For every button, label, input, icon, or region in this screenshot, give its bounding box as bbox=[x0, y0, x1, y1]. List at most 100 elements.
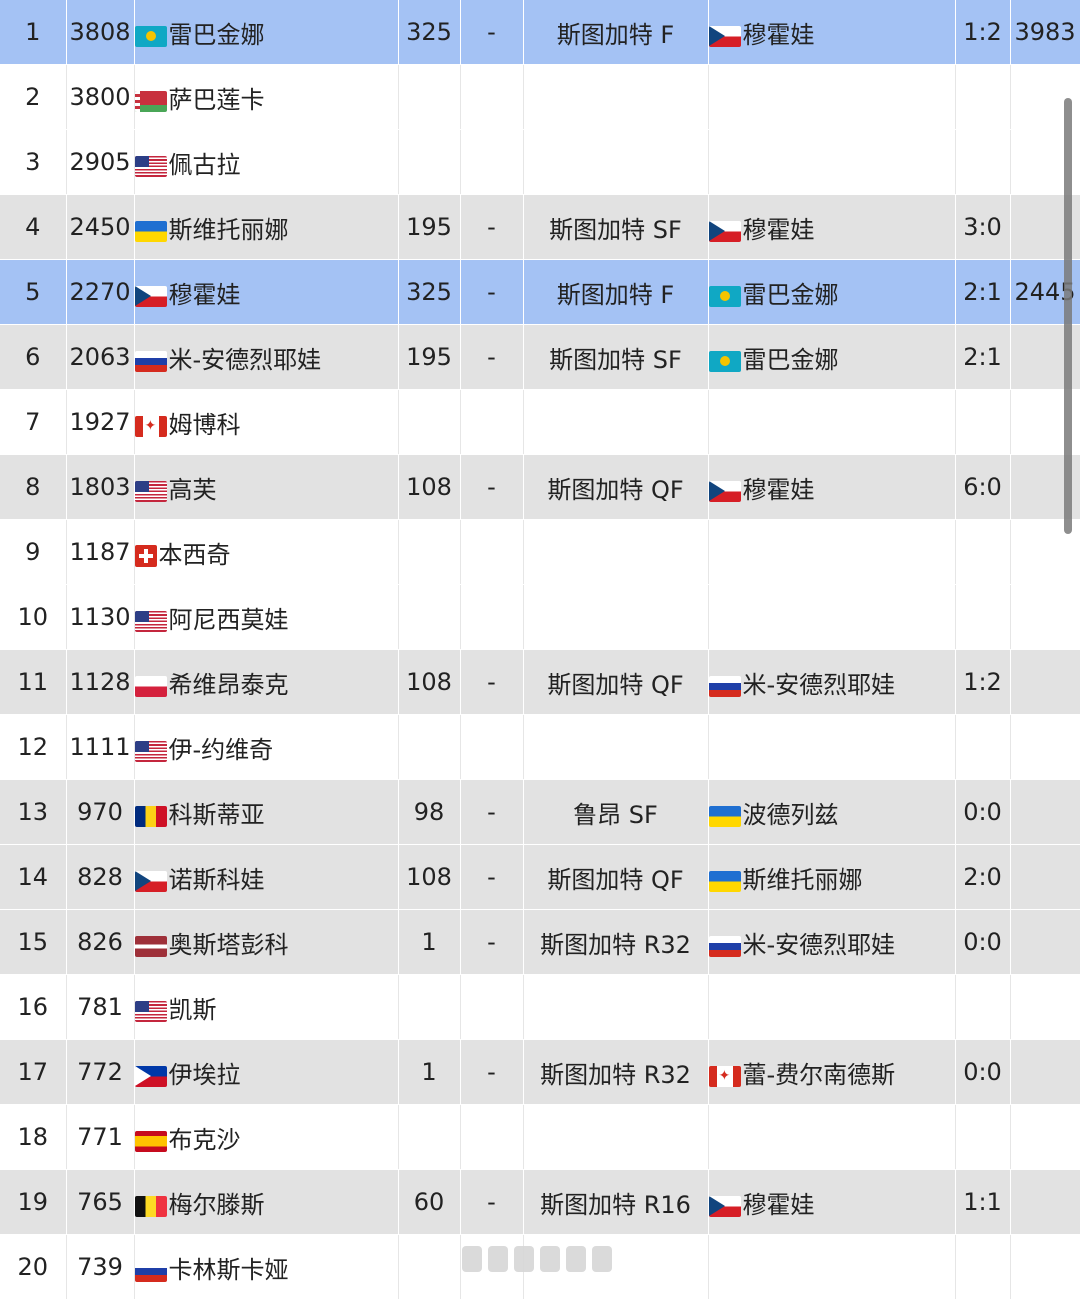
points-cell-text: 781 bbox=[77, 993, 123, 1021]
rank-cell: 4 bbox=[0, 194, 67, 260]
watermark-glyph bbox=[514, 1246, 534, 1272]
dash-cell bbox=[460, 714, 524, 780]
rank-cell: 6 bbox=[0, 324, 67, 390]
score-cell-text: 2:1 bbox=[963, 343, 1002, 371]
vertical-scrollbar[interactable] bbox=[1064, 98, 1072, 534]
event-cell-text: 鲁昂 SF bbox=[573, 800, 658, 829]
table-row: 15 826 奥斯塔彭科 1 - 斯图加特 R32 米-安德烈耶娃 0:0 bbox=[0, 909, 1080, 975]
defending-points-cell bbox=[398, 714, 461, 780]
rank-cell-text: 14 bbox=[17, 863, 49, 891]
opponent-cell bbox=[708, 584, 956, 650]
opponent-cell: 波德列兹 bbox=[708, 779, 956, 845]
opponent-cell-text: 蕾-费尔南德斯 bbox=[742, 1060, 896, 1089]
dash-cell: - bbox=[460, 779, 524, 845]
projected-points-cell bbox=[1010, 844, 1080, 910]
ranking-table: 1 3808 雷巴金娜 325- 斯图加特 F 穆霍娃 1:2 3983 2 3800 萨巴莲卡 3 2… bbox=[0, 0, 1080, 1300]
score-cell: 0:0 bbox=[955, 909, 1011, 975]
ukraine-flag-icon bbox=[134, 220, 167, 242]
rank-cell: 17 bbox=[0, 1039, 67, 1105]
table-row: 18 771 布克沙 bbox=[0, 1104, 1080, 1170]
defending-points-cell bbox=[398, 519, 461, 585]
rank-cell-text: 7 bbox=[25, 408, 41, 436]
rank-cell-text: 1 bbox=[25, 18, 41, 46]
opponent-cell: 穆霍娃 bbox=[708, 454, 956, 520]
opponent-cell bbox=[708, 389, 956, 455]
score-cell: 2:0 bbox=[955, 844, 1011, 910]
score-cell: 0:0 bbox=[955, 779, 1011, 845]
dash-cell-text: - bbox=[487, 213, 496, 241]
usa-flag-icon bbox=[134, 610, 167, 632]
rank-cell-text: 17 bbox=[17, 1058, 49, 1086]
defending-points-cell bbox=[398, 974, 461, 1040]
points-cell: 1803 bbox=[66, 454, 135, 520]
rank-cell: 20 bbox=[0, 1234, 67, 1300]
points-cell: 2063 bbox=[66, 324, 135, 390]
opponent-cell: 穆霍娃 bbox=[708, 1169, 956, 1235]
defending-points-cell: 1 bbox=[398, 1039, 461, 1105]
event-cell: 斯图加特 SF bbox=[523, 194, 709, 260]
projected-points-cell bbox=[1010, 909, 1080, 975]
kazakhstan-flag-icon bbox=[708, 350, 741, 372]
dash-cell bbox=[460, 519, 524, 585]
points-cell-text: 828 bbox=[77, 863, 123, 891]
opponent-cell bbox=[708, 974, 956, 1040]
watermark-glyph bbox=[592, 1246, 612, 1272]
rank-cell: 2 bbox=[0, 64, 67, 130]
rank-cell-text: 16 bbox=[17, 993, 49, 1021]
dash-cell-text: - bbox=[487, 928, 496, 956]
event-cell: 斯图加特 QF bbox=[523, 844, 709, 910]
table-row: 3 2905 佩古拉 bbox=[0, 129, 1080, 195]
event-cell-text: 斯图加特 R32 bbox=[540, 930, 691, 959]
watermark bbox=[462, 1244, 622, 1274]
score-cell bbox=[955, 389, 1011, 455]
watermark-glyph bbox=[462, 1246, 482, 1272]
opponent-cell-text: 雷巴金娜 bbox=[742, 345, 839, 374]
belgium-flag-icon bbox=[134, 1195, 167, 1217]
dash-cell-text: - bbox=[487, 343, 496, 371]
russia-flag-icon bbox=[708, 935, 741, 957]
table-row: 19 765 梅尔滕斯 60 - 斯图加特 R16 穆霍娃 1:1 bbox=[0, 1169, 1080, 1235]
score-cell-text: 1:2 bbox=[963, 18, 1002, 46]
projected-points-cell bbox=[1010, 649, 1080, 715]
table-row: 9 1187 本西奇 bbox=[0, 519, 1080, 585]
defending-points-cell-text: 108 bbox=[406, 863, 452, 891]
table-row: 4 2450 斯维托丽娜 195 - 斯图加特 SF 穆霍娃 3:0 bbox=[0, 194, 1080, 260]
player-cell-text: 姆博科 bbox=[168, 410, 241, 439]
dash-cell bbox=[460, 389, 524, 455]
player-cell: 布克沙 bbox=[134, 1104, 399, 1170]
watermark-glyph bbox=[566, 1246, 586, 1272]
latvia-flag-icon bbox=[134, 935, 167, 957]
projected-points-cell bbox=[1010, 584, 1080, 650]
dash-cell-text: - bbox=[487, 1188, 496, 1216]
player-cell-text: 伊埃拉 bbox=[168, 1060, 241, 1089]
defending-points-cell-text: 195 bbox=[406, 343, 452, 371]
dash-cell-text: - bbox=[487, 863, 496, 891]
table-row: 11 1128 希维昂泰克 108 - 斯图加特 QF 米-安德烈耶娃 1:2 bbox=[0, 649, 1080, 715]
rank-cell-text: 9 bbox=[25, 538, 41, 566]
dash-cell: - bbox=[460, 1039, 524, 1105]
rank-cell: 14 bbox=[0, 844, 67, 910]
event-cell-text: 斯图加特 R16 bbox=[540, 1190, 691, 1219]
points-cell-text: 2063 bbox=[69, 343, 131, 371]
rank-cell-text: 12 bbox=[17, 733, 49, 761]
event-cell: 斯图加特 R16 bbox=[523, 1169, 709, 1235]
rank-cell: 9 bbox=[0, 519, 67, 585]
czech-flag-icon bbox=[708, 25, 741, 47]
opponent-cell bbox=[708, 519, 956, 585]
defending-points-cell: 195 bbox=[398, 324, 461, 390]
player-cell-text: 米-安德烈耶娃 bbox=[168, 345, 322, 374]
rank-cell-text: 3 bbox=[25, 148, 41, 176]
opponent-cell-text: 波德列兹 bbox=[742, 800, 839, 829]
player-cell: 萨巴莲卡 bbox=[134, 64, 399, 130]
dash-cell bbox=[460, 584, 524, 650]
score-cell: 2:1 bbox=[955, 324, 1011, 390]
defending-points-cell: 108 bbox=[398, 454, 461, 520]
score-cell-text: 6:0 bbox=[963, 473, 1002, 501]
defending-points-cell bbox=[398, 584, 461, 650]
event-cell-text: 斯图加特 F bbox=[556, 20, 675, 49]
rank-cell: 15 bbox=[0, 909, 67, 975]
points-cell: 739 bbox=[66, 1234, 135, 1300]
rank-cell-text: 2 bbox=[25, 83, 41, 111]
dash-cell bbox=[460, 129, 524, 195]
event-cell-text: 斯图加特 QF bbox=[547, 865, 684, 894]
